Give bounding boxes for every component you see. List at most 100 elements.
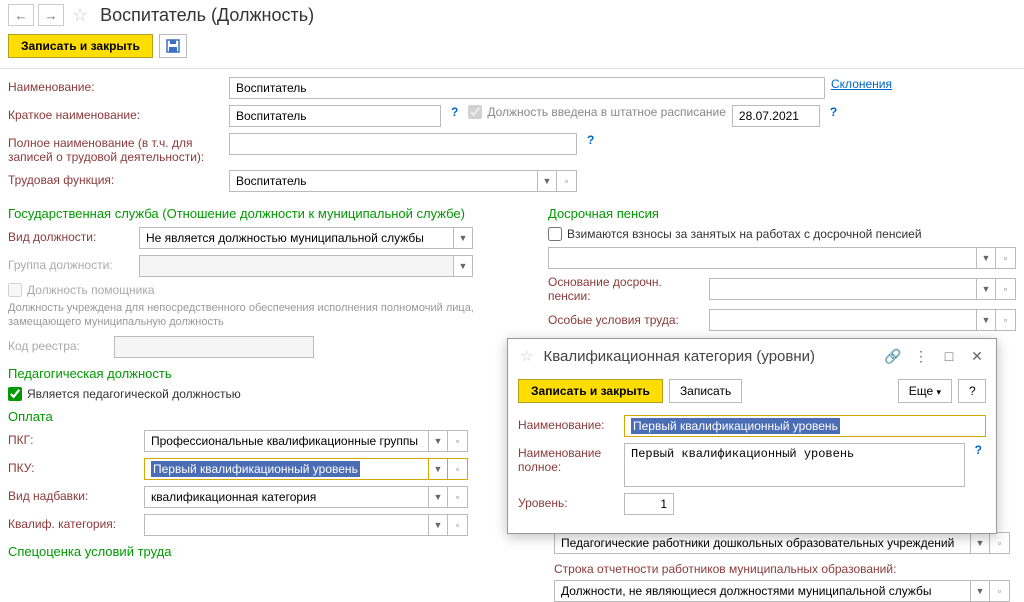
dialog-help-button[interactable]: ? xyxy=(958,379,986,403)
dialog-name-input[interactable]: Первый квалификационный уровень xyxy=(624,415,986,437)
dropdown-button[interactable]: ▼ xyxy=(976,247,996,269)
open-button[interactable]: ▫ xyxy=(996,247,1016,269)
open-button[interactable]: ▫ xyxy=(996,278,1016,300)
dropdown-button[interactable]: ▼ xyxy=(428,430,448,452)
dropdown-button[interactable]: ▼ xyxy=(976,309,996,331)
registry-label: Код реестра: xyxy=(8,336,108,353)
conditions-label: Особые условия труда: xyxy=(548,313,703,327)
contrib-label: Взимаются взносы за занятых на работах с… xyxy=(567,227,922,241)
open-button[interactable]: ▫ xyxy=(448,430,468,452)
pku-label: ПКУ: xyxy=(8,458,138,475)
pension-header: Досрочная пенсия xyxy=(548,206,1016,221)
full-name-input[interactable] xyxy=(229,133,577,155)
nav-toolbar: ← → ☆ Воспитатель (Должность) xyxy=(0,0,1024,30)
pkg-input[interactable] xyxy=(144,430,428,452)
open-button[interactable]: ▫ xyxy=(448,514,468,536)
forward-button[interactable]: → xyxy=(38,4,64,26)
gov-service-header: Государственная служба (Отношение должно… xyxy=(8,206,528,221)
dialog-name-label: Наименование: xyxy=(518,415,618,432)
in-staff-checkbox xyxy=(468,105,482,119)
help-icon[interactable]: ? xyxy=(971,443,986,457)
short-name-label: Краткое наименование: xyxy=(8,105,223,122)
dropdown-button[interactable]: ▼ xyxy=(970,532,990,554)
help-icon[interactable]: ? xyxy=(583,133,598,147)
dialog-level-input[interactable] xyxy=(624,493,674,515)
position-type-label: Вид должности: xyxy=(8,227,133,244)
position-group-input xyxy=(139,255,453,277)
ped-header: Педагогическая должность xyxy=(8,366,528,381)
pension-field-1[interactable] xyxy=(548,247,976,269)
report-line-row: Строка отчетности работников муниципальн… xyxy=(554,562,1010,602)
open-button[interactable]: ▫ xyxy=(990,532,1010,554)
pension-basis-label: Основание досрочн. пенсии: xyxy=(548,275,703,303)
floppy-icon xyxy=(166,39,180,53)
conditions-input[interactable] xyxy=(709,309,976,331)
in-staff-date-input[interactable] xyxy=(732,105,820,127)
open-button[interactable]: ▫ xyxy=(448,458,468,480)
dialog-more-button[interactable]: Еще ▾ xyxy=(898,379,952,403)
link-icon[interactable]: 🔗 xyxy=(882,345,904,367)
back-button[interactable]: ← xyxy=(8,4,34,26)
dialog-save-close-button[interactable]: Записать и закрыть xyxy=(518,379,663,403)
labor-func-label: Трудовая функция: xyxy=(8,170,223,187)
in-staff-checkbox-wrap: Должность введена в штатное расписание xyxy=(468,105,726,119)
registry-input xyxy=(114,336,314,358)
is-ped-label: Является педагогической должностью xyxy=(27,387,241,401)
dialog-full-label: Наименование полное: xyxy=(518,443,618,474)
allowance-label: Вид надбавки: xyxy=(8,486,138,503)
save-close-button[interactable]: Записать и закрыть xyxy=(8,34,153,58)
report-line-label: Строка отчетности работников муниципальн… xyxy=(554,562,1010,576)
full-name-label: Полное наименование (в т.ч. для записей … xyxy=(8,133,223,164)
qualif-input[interactable] xyxy=(144,514,428,536)
name-label: Наименование: xyxy=(8,77,223,94)
dropdown-button[interactable]: ▼ xyxy=(428,486,448,508)
pkg-label: ПКГ: xyxy=(8,430,138,447)
is-ped-checkbox[interactable] xyxy=(8,387,22,401)
assistant-checkbox xyxy=(8,283,22,297)
pku-input[interactable]: Первый квалификационный уровень xyxy=(144,458,428,480)
allowance-input[interactable] xyxy=(144,486,428,508)
open-button[interactable]: ▫ xyxy=(557,170,577,192)
dropdown-button[interactable]: ▼ xyxy=(537,170,557,192)
maximize-icon[interactable]: □ xyxy=(938,345,960,367)
dialog-title: Квалификационная категория (уровни) xyxy=(543,348,876,365)
ped-workers-row: ▼ ▫ xyxy=(554,532,1010,554)
assessment-header: Спецоценка условий труда xyxy=(8,544,528,559)
dropdown-button[interactable]: ▼ xyxy=(970,580,990,602)
page-title: Воспитатель (Должность) xyxy=(100,5,314,26)
labor-func-combo: ▼ ▫ xyxy=(229,170,577,192)
labor-func-input[interactable] xyxy=(229,170,537,192)
dialog-level-label: Уровень: xyxy=(518,493,618,510)
name-input[interactable] xyxy=(229,77,825,99)
dialog-save-button[interactable]: Записать xyxy=(669,379,742,403)
in-staff-label: Должность введена в штатное расписание xyxy=(487,105,726,119)
star-icon[interactable]: ☆ xyxy=(520,347,533,365)
open-button[interactable]: ▫ xyxy=(996,309,1016,331)
star-icon[interactable]: ☆ xyxy=(72,5,88,26)
short-name-input[interactable] xyxy=(229,105,441,127)
ped-workers-input[interactable] xyxy=(554,532,970,554)
dropdown-button[interactable]: ▼ xyxy=(428,514,448,536)
assistant-label: Должность помощника xyxy=(27,283,155,297)
close-icon[interactable]: ✕ xyxy=(966,345,988,367)
help-icon[interactable]: ? xyxy=(447,105,462,119)
dialog-full-input[interactable]: Первый квалификационный уровень xyxy=(624,443,965,487)
dropdown-button[interactable]: ▼ xyxy=(976,278,996,300)
help-icon[interactable]: ? xyxy=(826,105,841,119)
dropdown-button[interactable]: ▼ xyxy=(453,227,473,249)
open-button[interactable]: ▫ xyxy=(448,486,468,508)
assistant-note: Должность учреждена для непосредственног… xyxy=(8,301,528,330)
qualification-dialog: ☆ Квалификационная категория (уровни) 🔗 … xyxy=(507,338,997,534)
contrib-checkbox[interactable] xyxy=(548,227,562,241)
dropdown-button[interactable]: ▼ xyxy=(428,458,448,480)
open-button[interactable]: ▫ xyxy=(990,580,1010,602)
report-line-input[interactable] xyxy=(554,580,970,602)
payment-header: Оплата xyxy=(8,409,528,424)
action-bar: Записать и закрыть xyxy=(0,30,1024,69)
save-icon-button[interactable] xyxy=(159,34,187,58)
declensions-link[interactable]: Склонения xyxy=(831,77,892,91)
dropdown-button[interactable]: ▼ xyxy=(453,255,473,277)
pension-basis-input[interactable] xyxy=(709,278,976,300)
more-icon[interactable]: ⋮ xyxy=(910,345,932,367)
position-type-input[interactable] xyxy=(139,227,453,249)
